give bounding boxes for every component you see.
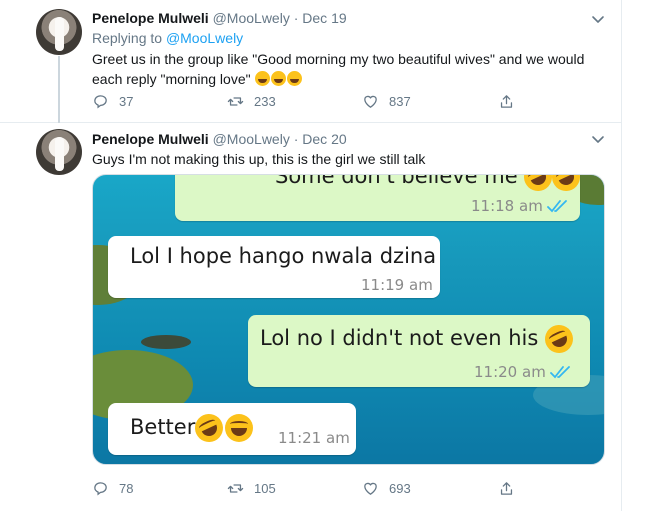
retweet-count: 105 <box>254 481 276 496</box>
message-time: 11:18 am <box>471 197 543 215</box>
chat-bubble-incoming: Lol I hope hango nwala dzina 11:19 am <box>108 236 440 298</box>
joy-emoji <box>255 71 271 86</box>
rofl-emoji <box>547 175 585 196</box>
share-button[interactable] <box>498 480 525 497</box>
like-button[interactable]: 693 <box>362 480 411 497</box>
replying-label: Replying to <box>92 30 163 46</box>
retweet-button[interactable]: 105 <box>227 480 276 497</box>
tweet-text-line: Greet us in the group like "Good morning… <box>92 51 585 67</box>
reply-button[interactable]: 78 <box>92 480 133 497</box>
message-time: 11:20 am <box>474 363 546 381</box>
chevron-down-icon[interactable] <box>590 11 606 27</box>
message-text: Some don't believe me <box>275 175 585 196</box>
avatar[interactable] <box>36 129 82 175</box>
share-icon <box>500 95 513 108</box>
share-button[interactable] <box>498 93 525 110</box>
tweet-text: Guys I'm not making this up, this is the… <box>92 151 426 167</box>
rofl-emoji <box>287 71 303 86</box>
message-text: Better <box>130 409 254 447</box>
like-button[interactable]: 837 <box>362 93 411 110</box>
retweet-icon <box>227 97 244 106</box>
reply-count: 78 <box>119 481 134 496</box>
rofl-emoji <box>540 320 578 358</box>
retweet-icon <box>227 484 244 493</box>
like-count: 837 <box>389 94 411 109</box>
heart-icon <box>364 95 377 108</box>
like-count: 693 <box>389 481 411 496</box>
tweet-text-line: each reply "morning love" <box>92 69 602 89</box>
tweet-date[interactable]: · Dec 20 <box>294 131 347 147</box>
retweet-button[interactable]: 233 <box>227 93 276 110</box>
rofl-emoji <box>190 409 228 447</box>
tweet-actions: 78 105 693 <box>92 480 522 500</box>
tweet-header: Penelope Mulweli @MooLwely · Dec 19 <box>92 10 347 26</box>
share-icon <box>500 482 513 495</box>
rofl-emoji <box>271 71 287 86</box>
message-time: 11:19 am <box>361 276 433 294</box>
tweet-actions: 37 233 837 <box>92 93 522 113</box>
tweet[interactable]: Penelope Mulweli @MooLwely · Dec 20 Guys… <box>0 123 621 511</box>
reply-icon <box>94 95 107 109</box>
message-time: 11:21 am <box>278 429 350 447</box>
replying-handle-link[interactable]: @MooLwely <box>166 30 243 46</box>
message-text: Lol no I didn't not even his <box>260 320 578 358</box>
double-check-icon <box>550 366 570 379</box>
replying-to: Replying to @MooLwely <box>92 30 243 46</box>
tweet-date[interactable]: · Dec 19 <box>294 10 347 26</box>
chat-bubble-outgoing: Lol no I didn't not even his 11:20 am <box>248 315 590 387</box>
tweet-header: Penelope Mulweli @MooLwely · Dec 20 <box>92 131 347 147</box>
tweet[interactable]: Penelope Mulweli @MooLwely · Dec 19 Repl… <box>0 0 621 123</box>
reply-count: 37 <box>119 94 134 109</box>
author-name[interactable]: Penelope Mulweli <box>92 131 209 147</box>
chat-bubble-outgoing: Some don't believe me 11:18 am <box>175 175 585 221</box>
retweet-count: 233 <box>254 94 276 109</box>
avatar[interactable] <box>36 9 82 55</box>
message-text: Lol I hope hango nwala dzina <box>130 244 437 268</box>
chevron-down-icon[interactable] <box>590 131 606 147</box>
rock-shape <box>141 335 191 349</box>
reply-icon <box>94 482 107 496</box>
tweet-text: Greet us in the group like "Good morning… <box>92 49 602 89</box>
timeline-border <box>621 0 622 511</box>
author-handle[interactable]: @MooLwely <box>213 131 290 147</box>
author-handle[interactable]: @MooLwely <box>213 10 290 26</box>
author-name[interactable]: Penelope Mulweli <box>92 10 209 26</box>
thread-connector <box>58 56 60 123</box>
heart-icon <box>364 482 377 495</box>
joy-emoji <box>225 414 254 442</box>
reply-button[interactable]: 37 <box>92 93 133 110</box>
chat-screenshot-image[interactable]: Some don't believe me 11:18 am Lol I hop… <box>92 174 605 465</box>
double-check-icon <box>547 200 567 213</box>
chat-bubble-incoming: Better 11:21 am <box>108 403 356 455</box>
